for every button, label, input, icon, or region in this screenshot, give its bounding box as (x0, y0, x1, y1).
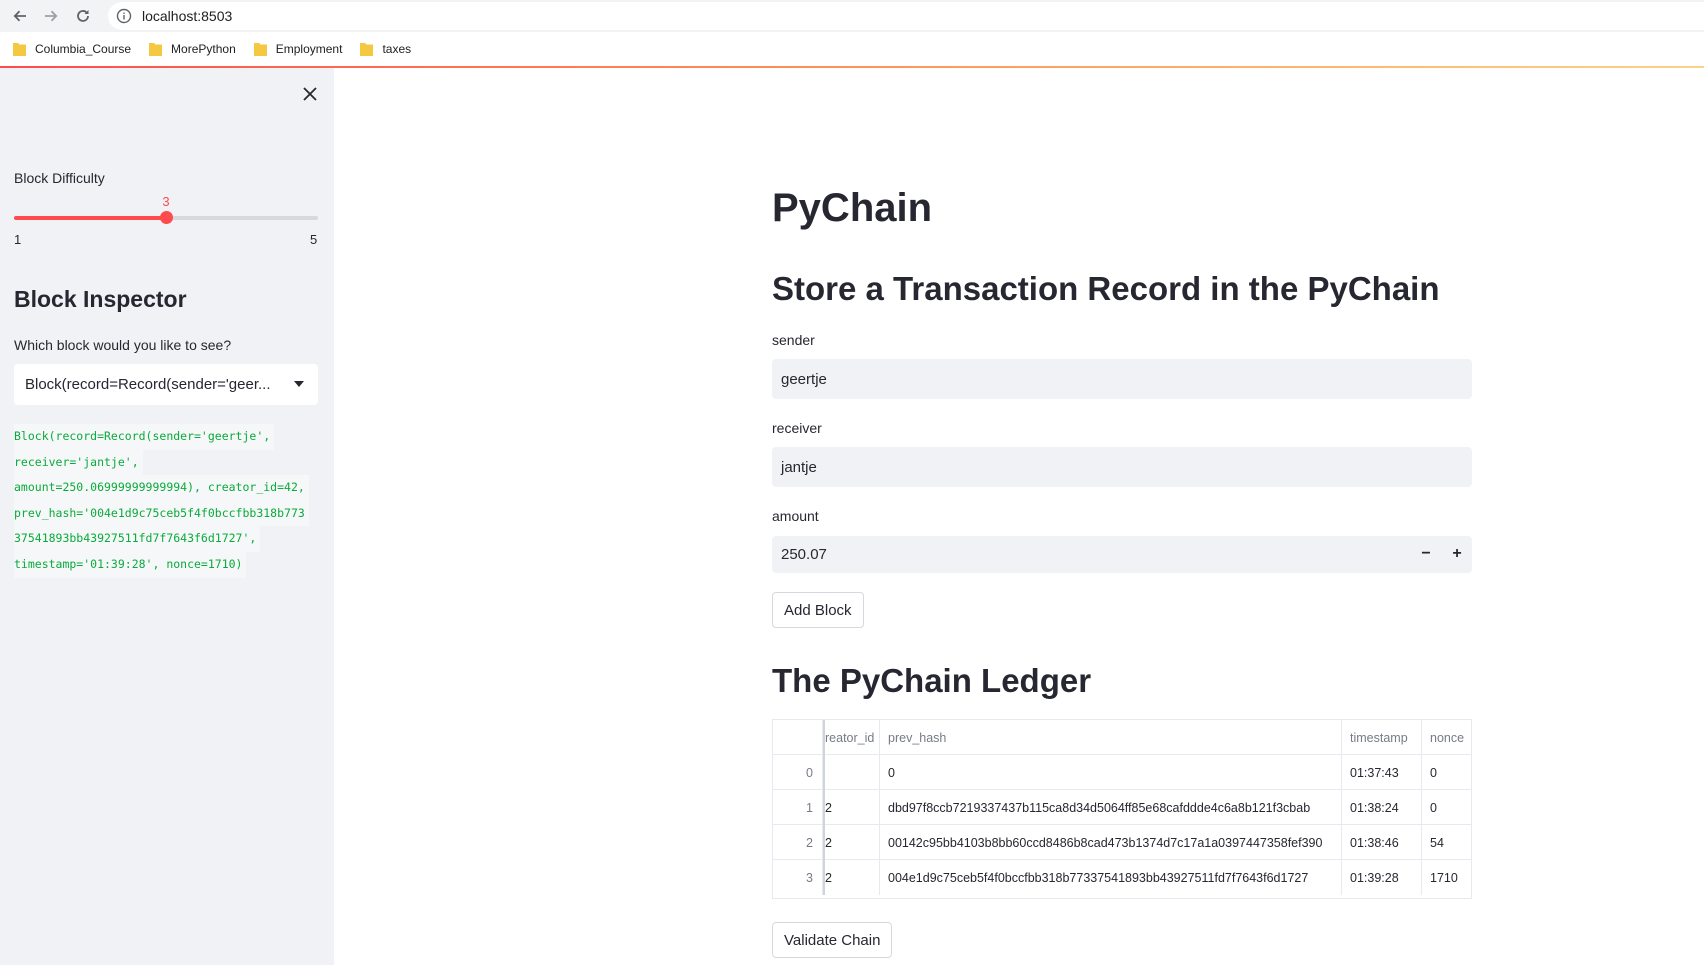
folder-icon (253, 43, 267, 56)
code-line: receiver='jantje', (14, 449, 143, 476)
table-cell[interactable]: 2 (823, 790, 880, 825)
folder-icon (149, 43, 163, 56)
ledger-table[interactable]: reator_id prev_hash timestamp nonce 0 0 … (772, 719, 1472, 899)
close-icon[interactable] (300, 84, 320, 104)
sender-label: sender (772, 332, 815, 348)
code-line: Block(record=Record(sender='geertje', (14, 424, 275, 450)
table-row: 0 0 01:37:43 0 (773, 755, 1471, 790)
table-header: reator_id prev_hash timestamp nonce (773, 720, 1471, 755)
ledger-heading: The PyChain Ledger (772, 662, 1092, 699)
amount-input[interactable]: 250.07 (772, 536, 1472, 573)
column-header[interactable]: prev_hash (880, 720, 1342, 755)
select-label: Which block would you like to see? (14, 337, 232, 353)
table-cell[interactable]: 2 (823, 825, 880, 860)
sender-input[interactable]: geertje (772, 359, 1472, 399)
column-header[interactable]: nonce (1422, 720, 1471, 755)
table-cell[interactable]: 01:39:28 (1342, 860, 1422, 895)
bookmark-label: Columbia_Course (35, 42, 132, 56)
main-content: PyChain Store a Transaction Record in th… (334, 68, 1704, 965)
chevron-down-icon (294, 381, 304, 387)
bookmark-label: Employment (275, 42, 343, 56)
validate-chain-button[interactable]: Validate Chain (772, 922, 893, 958)
sidebar: Block Difficulty 3 1 5 Block Inspector W… (0, 68, 334, 965)
bookmark-morepython[interactable]: MorePython (149, 42, 236, 56)
page-title: PyChain (772, 186, 933, 230)
forward-arrow-icon[interactable] (40, 5, 62, 27)
folder-icon (360, 43, 374, 56)
table-cell[interactable]: 1710 (1422, 860, 1471, 895)
slider-fill (14, 216, 166, 220)
row-index: 1 (773, 790, 823, 825)
difficulty-slider[interactable] (14, 211, 318, 224)
table-cell[interactable]: 2 (823, 860, 880, 895)
table-cell[interactable]: 004e1d9c75ceb5f4f0bccfbb318b77337541893b… (880, 860, 1342, 895)
code-line: 37541893bb43927511fd7f7643f6d1727', (14, 526, 261, 552)
decrement-button[interactable]: − (1411, 536, 1441, 572)
table-cell[interactable]: 01:38:46 (1342, 825, 1422, 860)
code-line: prev_hash='004e1d9c75ceb5f4f0bccfbb318b7… (14, 500, 309, 527)
row-index: 2 (773, 825, 823, 860)
table-row: 3 2 004e1d9c75ceb5f4f0bccfbb318b77337541… (773, 860, 1471, 895)
table-cell[interactable]: 01:38:24 (1342, 790, 1422, 825)
table-cell[interactable]: 0 (1422, 755, 1471, 790)
row-index: 0 (773, 755, 823, 790)
table-cell[interactable]: 01:37:43 (1342, 755, 1422, 790)
add-block-button[interactable]: Add Block (772, 592, 864, 628)
slider-value: 3 (162, 194, 170, 209)
bookmark-label: taxes (382, 42, 412, 56)
slider-thumb[interactable] (160, 211, 173, 224)
column-header[interactable]: timestamp (1342, 720, 1422, 755)
browser-toolbar: localhost:8503 (0, 0, 1704, 32)
receiver-input[interactable]: jantje (772, 447, 1472, 487)
back-arrow-icon[interactable] (9, 5, 31, 27)
bookmark-employment[interactable]: Employment (253, 42, 343, 56)
table-cell[interactable]: 0 (880, 755, 1342, 790)
bookmark-columbia-course[interactable]: Columbia_Course (13, 42, 131, 56)
table-cell[interactable]: 54 (1422, 825, 1471, 860)
amount-label: amount (772, 508, 819, 524)
row-index: 3 (773, 860, 823, 895)
url-text: localhost:8503 (142, 8, 233, 24)
code-line: timestamp='01:39:28', nonce=1710) (14, 551, 247, 578)
block-code-output: Block(record=Record(sender='geertje', re… (14, 424, 324, 578)
address-bar[interactable]: localhost:8503 (108, 2, 1704, 30)
sender-value: geertje (781, 370, 827, 388)
slider-max-label: 5 (310, 232, 318, 247)
select-value: Block(record=Record(sender='geer... (25, 376, 271, 393)
table-cell[interactable]: 00142c95bb4103b8bb60ccd8486b8cad473b1374… (880, 825, 1342, 860)
table-cell[interactable]: 0 (1422, 790, 1471, 825)
table-cell[interactable] (823, 755, 880, 790)
increment-button[interactable]: + (1442, 536, 1472, 572)
receiver-value: jantje (781, 458, 817, 476)
folder-icon (13, 43, 26, 56)
info-icon[interactable] (116, 8, 132, 24)
receiver-label: receiver (772, 420, 822, 436)
reload-icon[interactable] (72, 5, 94, 27)
table-row: 1 2 dbd97f8ccb7219337437b115ca8d34d5064f… (773, 790, 1471, 825)
table-cell[interactable]: dbd97f8ccb7219337437b115ca8d34d5064ff85e… (880, 790, 1342, 825)
slider-min-label: 1 (14, 232, 22, 247)
block-inspector-title: Block Inspector (14, 286, 187, 312)
table-row: 2 2 00142c95bb4103b8bb60ccd8486b8cad473b… (773, 825, 1471, 860)
amount-value: 250.07 (781, 546, 827, 563)
store-heading: Store a Transaction Record in the PyChai… (772, 270, 1440, 307)
bookmark-taxes[interactable]: taxes (360, 42, 411, 56)
column-header (773, 720, 823, 755)
block-select[interactable]: Block(record=Record(sender='geer... (14, 364, 318, 405)
code-line: amount=250.06999999999994), creator_id=4… (14, 475, 309, 501)
difficulty-label: Block Difficulty (14, 170, 105, 186)
bookmark-label: MorePython (171, 42, 236, 56)
column-header[interactable]: reator_id (823, 720, 880, 755)
bookmarks-bar: Columbia_Course MorePython Employment ta… (0, 32, 1704, 66)
